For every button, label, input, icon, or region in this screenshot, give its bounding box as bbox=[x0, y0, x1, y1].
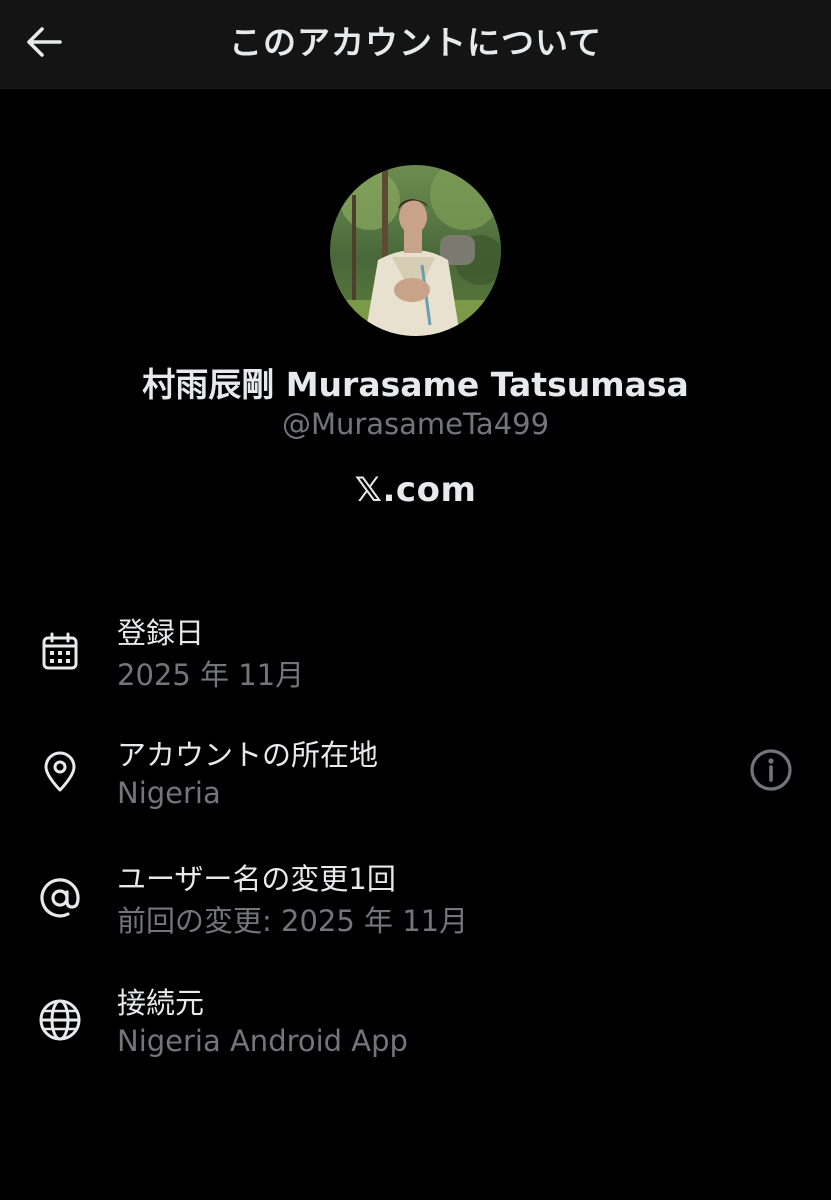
avatar[interactable] bbox=[330, 165, 501, 336]
detail-value: Nigeria Android App bbox=[117, 1024, 408, 1058]
globe-icon bbox=[34, 994, 86, 1046]
detail-label: 登録日 bbox=[117, 616, 205, 650]
detail-label: ユーザー名の変更1回 bbox=[117, 862, 396, 896]
top-bar: このアカウントについて bbox=[0, 0, 831, 89]
location-info-button[interactable] bbox=[747, 748, 795, 796]
detail-row-connected-via: 接続元 Nigeria Android App bbox=[0, 980, 831, 1080]
detail-value: 前回の変更: 2025 年 11月 bbox=[117, 904, 469, 938]
detail-row-location: アカウントの所在地 Nigeria bbox=[0, 732, 831, 832]
detail-value: Nigeria bbox=[117, 776, 221, 810]
detail-label: 接続元 bbox=[117, 986, 205, 1020]
location-pin-icon bbox=[34, 746, 86, 798]
calendar-icon bbox=[34, 626, 86, 678]
page-title: このアカウントについて bbox=[228, 23, 602, 62]
detail-label: アカウントの所在地 bbox=[117, 738, 379, 772]
username-handle: @MurasameTa499 bbox=[281, 407, 550, 441]
platform-label: 𝕏.com bbox=[354, 470, 477, 510]
detail-row-username-changes: ユーザー名の変更1回 前回の変更: 2025 年 11月 bbox=[0, 856, 831, 956]
detail-value: 2025 年 11月 bbox=[117, 658, 305, 692]
detail-row-joined: 登録日 2025 年 11月 bbox=[0, 610, 831, 710]
at-sign-icon bbox=[34, 872, 86, 924]
display-name: 村雨辰剛 Murasame Tatsumasa bbox=[142, 365, 689, 404]
info-icon bbox=[748, 747, 794, 797]
